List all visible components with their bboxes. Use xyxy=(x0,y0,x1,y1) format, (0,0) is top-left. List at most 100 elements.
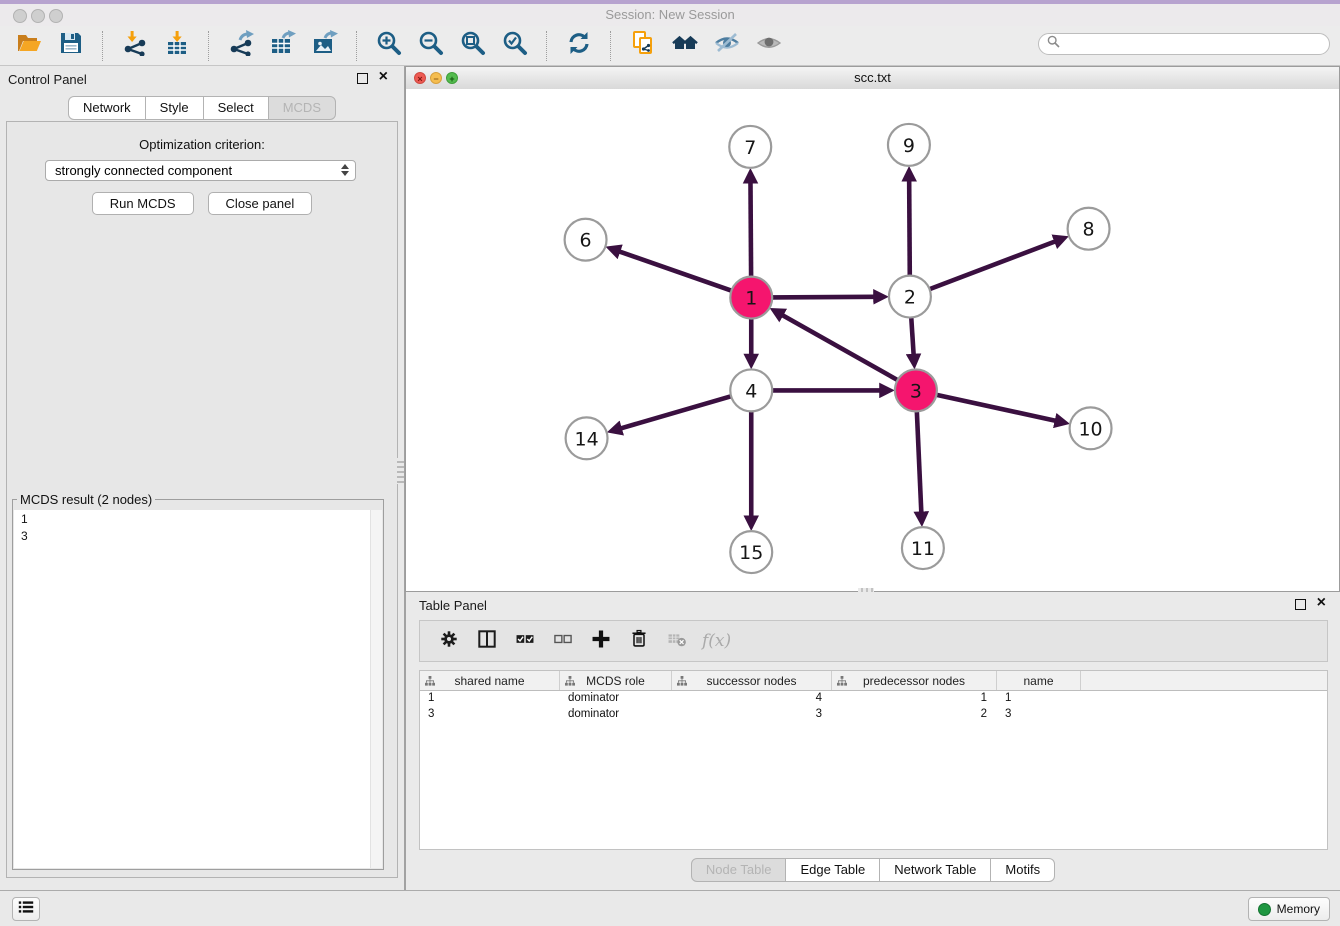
graph-edge-3-1[interactable] xyxy=(783,315,900,381)
column-header-shared-name[interactable]: shared name xyxy=(420,671,560,690)
float-panel-icon[interactable] xyxy=(1295,599,1306,610)
app-title: Session: New Session xyxy=(0,7,1340,22)
tab-style[interactable]: Style xyxy=(145,96,204,120)
cell-successor-nodes: 3 xyxy=(672,707,832,723)
cell-shared-name: 3 xyxy=(420,707,560,723)
save-session-button[interactable] xyxy=(53,29,89,63)
add-icon xyxy=(590,628,612,655)
graph-node-label: 6 xyxy=(580,230,592,252)
column-label: predecessor nodes xyxy=(863,674,965,688)
cell-name: 1 xyxy=(997,691,1081,707)
memory-button[interactable]: Memory xyxy=(1248,897,1330,921)
close-panel-icon[interactable]: × xyxy=(1317,593,1326,613)
delete-column-button[interactable] xyxy=(622,626,656,656)
criterion-dropdown[interactable]: strongly connected component xyxy=(45,160,356,181)
result-scrollbar[interactable] xyxy=(370,510,382,868)
tab-node-table[interactable]: Node Table xyxy=(691,858,787,882)
tab-edge-table[interactable]: Edge Table xyxy=(785,858,880,882)
table-settings-button[interactable] xyxy=(432,626,466,656)
table-row[interactable]: 1 dominator 4 1 1 xyxy=(420,691,1327,707)
close-panel-icon[interactable]: × xyxy=(379,67,388,87)
graph-edge-4-14[interactable] xyxy=(621,396,733,429)
tab-network-table[interactable]: Network Table xyxy=(879,858,991,882)
column-header-name[interactable]: name xyxy=(997,671,1081,690)
refresh-button[interactable] xyxy=(561,29,597,63)
graph-edge-1-7[interactable] xyxy=(750,183,751,279)
float-panel-icon[interactable] xyxy=(357,73,368,84)
column-label: shared name xyxy=(454,674,524,688)
open-session-button[interactable] xyxy=(11,29,47,63)
run-mcds-button[interactable]: Run MCDS xyxy=(92,192,194,215)
close-panel-button[interactable]: Close panel xyxy=(208,192,313,215)
column-header-predecessor-nodes[interactable]: predecessor nodes xyxy=(832,671,997,690)
import-table-button[interactable] xyxy=(159,29,195,63)
home-button[interactable] xyxy=(667,29,703,63)
network-window-titlebar[interactable]: × − + scc.txt xyxy=(406,67,1339,90)
tab-network[interactable]: Network xyxy=(68,96,146,120)
select-all-button[interactable] xyxy=(508,626,542,656)
table-row[interactable]: 3 dominator 3 2 3 xyxy=(420,707,1327,723)
zoom-selected-button[interactable] xyxy=(497,29,533,63)
search-field[interactable] xyxy=(1038,33,1330,55)
function-icon[interactable]: f(x) xyxy=(702,631,731,651)
table-panel: Table Panel × f(x) shared name xyxy=(405,592,1340,890)
select-all-icon xyxy=(515,629,535,654)
table-header-row: shared name MCDS role successor nodes pr… xyxy=(420,671,1327,691)
tab-select[interactable]: Select xyxy=(203,96,269,120)
show-panels-button[interactable] xyxy=(12,897,40,921)
toolbar-separator xyxy=(102,31,104,61)
memory-label: Memory xyxy=(1277,902,1320,916)
node-table[interactable]: shared name MCDS role successor nodes pr… xyxy=(419,670,1328,850)
graph-edge-1-6[interactable] xyxy=(619,252,733,292)
graph-edge-3-11[interactable] xyxy=(917,409,922,512)
column-label: name xyxy=(1023,674,1053,688)
column-header-successor-nodes[interactable]: successor nodes xyxy=(672,671,832,690)
mcds-buttons: Run MCDS Close panel xyxy=(7,192,397,215)
export-table-button[interactable] xyxy=(265,29,301,63)
tab-mcds[interactable]: MCDS xyxy=(268,96,336,120)
main-toolbar xyxy=(0,26,1340,66)
gear-icon xyxy=(439,629,459,654)
graph-node-label: 15 xyxy=(739,542,763,564)
graph-edge-2-8[interactable] xyxy=(928,241,1055,289)
graph-edge-2-9[interactable] xyxy=(909,181,910,278)
column-header-mcds-role[interactable]: MCDS role xyxy=(560,671,672,690)
splitter-handle[interactable] xyxy=(397,458,404,484)
import-network-button[interactable] xyxy=(117,29,153,63)
toolbar-separator xyxy=(356,31,358,61)
clone-network-button[interactable] xyxy=(625,29,661,63)
network-canvas[interactable]: 7968124314101511 xyxy=(406,89,1339,591)
graph-edge-1-2[interactable] xyxy=(770,297,874,298)
table-panel-title: Table Panel xyxy=(419,598,487,613)
hierarchy-icon xyxy=(677,675,687,689)
export-image-button[interactable] xyxy=(307,29,343,63)
result-line: 3 xyxy=(14,527,382,544)
home-icon xyxy=(672,30,698,61)
refresh-icon xyxy=(566,30,592,61)
hide-eye-icon xyxy=(714,30,740,61)
graph-edge-2-3[interactable] xyxy=(911,316,913,355)
zoom-out-button[interactable] xyxy=(413,29,449,63)
show-columns-button[interactable] xyxy=(470,626,504,656)
delete-table-button[interactable] xyxy=(660,626,694,656)
optimization-criterion-label: Optimization criterion: xyxy=(7,137,397,152)
network-graph: 7968124314101511 xyxy=(406,89,1339,591)
export-network-button[interactable] xyxy=(223,29,259,63)
zoom-fit-button[interactable] xyxy=(455,29,491,63)
graph-edge-3-10[interactable] xyxy=(934,394,1055,420)
search-icon xyxy=(1047,35,1060,53)
deselect-all-button[interactable] xyxy=(546,626,580,656)
search-input[interactable] xyxy=(1065,36,1329,52)
tab-motifs[interactable]: Motifs xyxy=(990,858,1055,882)
column-icon xyxy=(477,629,497,654)
export-image-icon xyxy=(312,30,338,61)
show-button[interactable] xyxy=(751,29,787,63)
mcds-result-area[interactable]: 1 3 xyxy=(14,510,382,868)
add-column-button[interactable] xyxy=(584,626,618,656)
list-icon xyxy=(17,899,35,920)
hide-button[interactable] xyxy=(709,29,745,63)
graph-node-label: 8 xyxy=(1083,219,1095,241)
cell-mcds-role: dominator xyxy=(560,707,672,723)
zoom-in-button[interactable] xyxy=(371,29,407,63)
table-toolbar: f(x) xyxy=(419,620,1328,662)
